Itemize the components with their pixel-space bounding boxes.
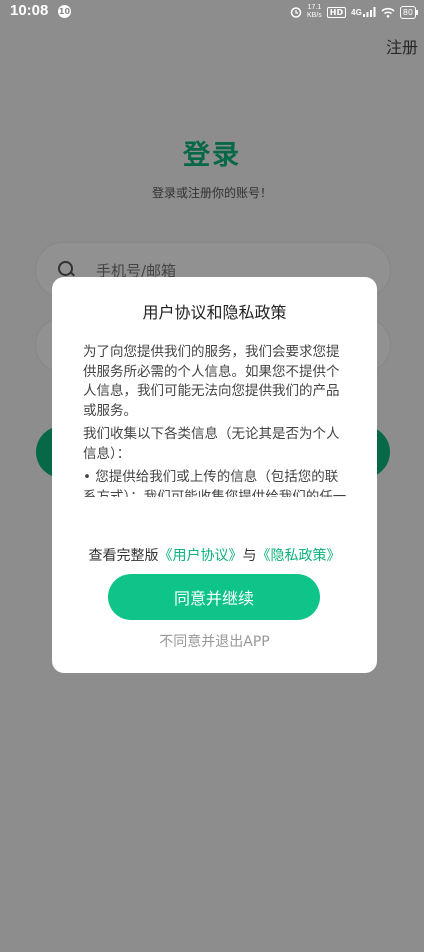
user-agreement-link[interactable]: 《用户协议》 <box>159 548 243 564</box>
hd-badge: HD <box>326 6 347 18</box>
agree-continue-button[interactable]: 同意并继续 <box>108 574 320 620</box>
dialog-paragraph: 为了向您提供我们的服务，我们会要求您提供服务所必需的个人信息。如果您不提供个人信… <box>83 344 340 419</box>
status-icons: 17.1 KB/s HD 4G 80 <box>290 4 419 20</box>
alarm-icon <box>290 7 302 18</box>
status-time: 10:08 <box>10 2 49 19</box>
dialog-paragraph: 我们收集以下各类信息（无论其是否为个人信息）： <box>83 426 340 462</box>
links-prefix: 查看完整版 <box>88 548 159 564</box>
status-bar: 10:08 10 17.1 KB/s HD 4G 80 <box>0 0 424 24</box>
privacy-policy-link[interactable]: 《隐私政策》 <box>257 548 341 564</box>
dialog-title: 用户协议和隐私政策 <box>142 303 287 322</box>
cell-signal-icon: 4G <box>351 7 376 17</box>
dialog-body-scroll[interactable]: 为了向您提供我们的服务，我们会要求您提供服务所必需的个人信息。如果您不提供个人信… <box>83 343 349 497</box>
links-conjunction: 与 <box>242 548 257 564</box>
notification-badge: 10 <box>58 5 71 18</box>
agreement-links: 查看完整版《用户协议》与《隐私政策》 <box>52 545 377 565</box>
dialog-paragraph: • 您提供给我们或上传的信息（包括您的联系方式）：我们可能收集您提供给我们的任一… <box>83 469 347 497</box>
wifi-icon <box>381 7 395 18</box>
decline-exit-link[interactable]: 不同意并退出APP <box>52 631 377 651</box>
battery-icon: 80 <box>399 5 419 19</box>
net-speed: 17.1 KB/s <box>307 4 322 19</box>
privacy-dialog: 用户协议和隐私政策 为了向您提供我们的服务，我们会要求您提供服务所必需的个人信息… <box>52 277 377 673</box>
